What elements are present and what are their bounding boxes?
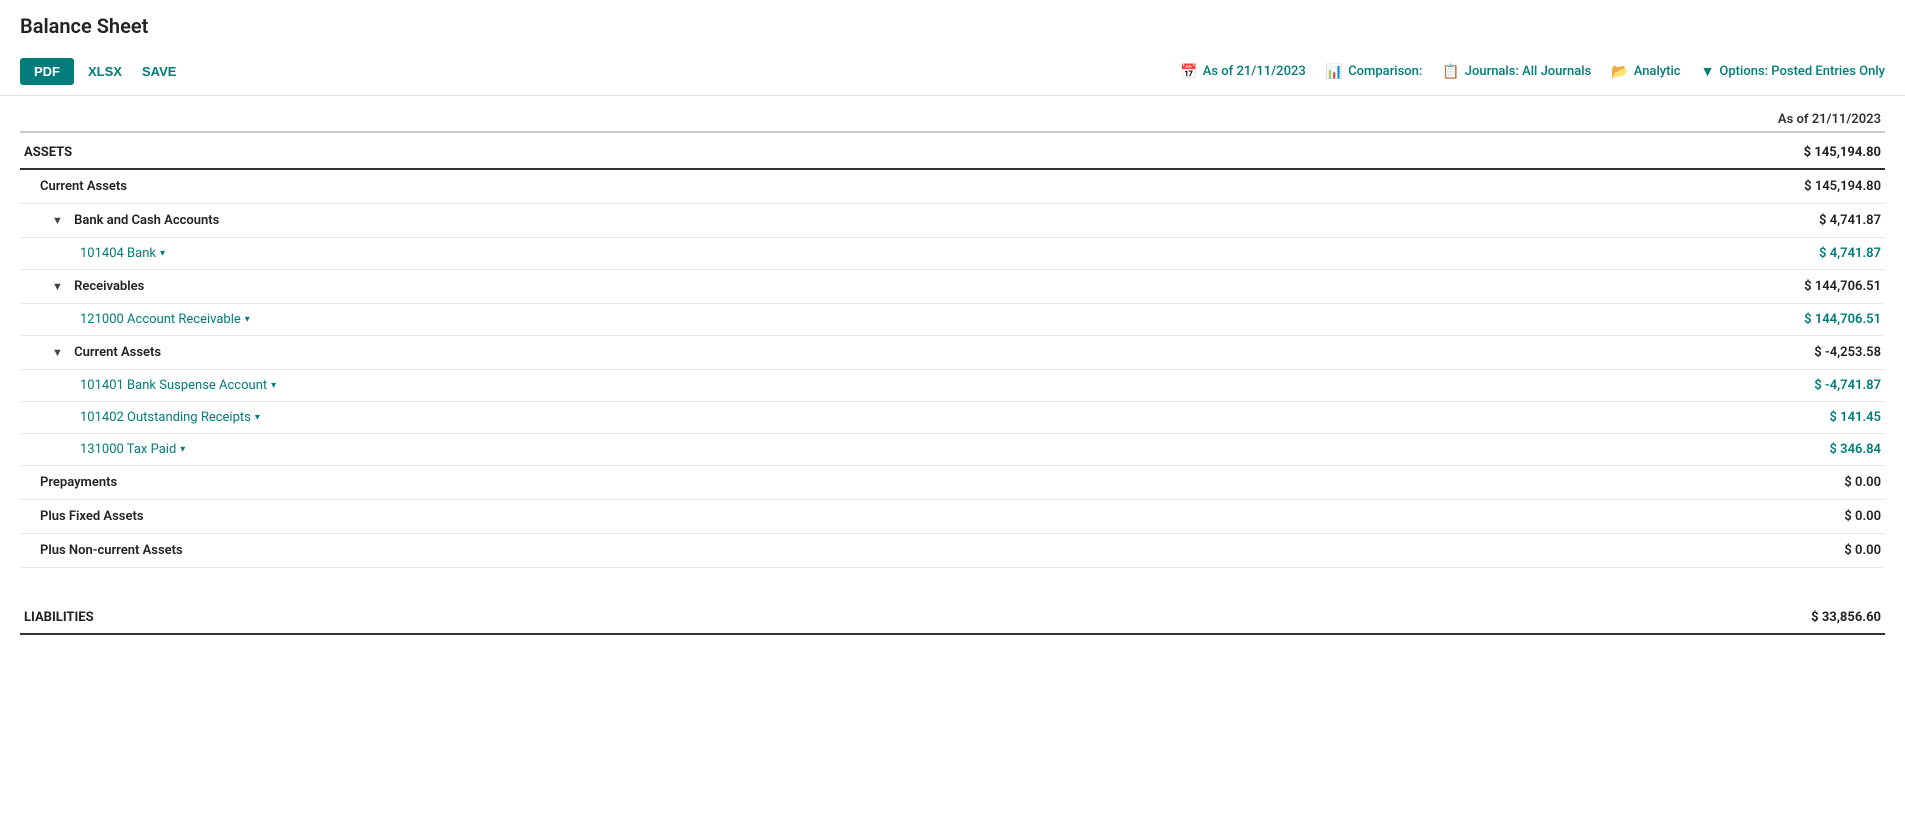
account-121000-amount: $ 144,706.51 [1751,312,1881,327]
assets-total: $ 145,194.80 [1751,145,1881,160]
fixed-assets-label: Plus Fixed Assets [40,509,144,524]
assets-header: ASSETS $ 145,194.80 [20,133,1885,170]
account-121000-name[interactable]: 121000 Account Receivable ▾ [80,312,250,327]
account-131000-row: 131000 Tax Paid ▾ $ 346.84 [20,434,1885,466]
current-assets-label: Current Assets [40,179,127,194]
report-container: As of 21/11/2023 ASSETS $ 145,194.80 Cur… [0,96,1905,655]
analytic-filter[interactable]: 📂 Analytic [1611,64,1680,80]
bank-cash-group-row[interactable]: ▼ Bank and Cash Accounts $ 4,741.87 [20,204,1885,238]
report-header-row: As of 21/11/2023 [20,96,1885,133]
fixed-assets-total: $ 0.00 [1751,509,1881,524]
toolbar-filters: 📅 As of 21/11/2023 📊 Comparison: 📋 Journ… [1180,63,1885,80]
account-101402-name[interactable]: 101402 Outstanding Receipts ▾ [80,410,260,425]
group-row-left: ▼ Current Assets [52,345,161,360]
account-131000-amount: $ 346.84 [1751,442,1881,457]
current-assets-sub-total: $ -4,253.58 [1751,345,1881,360]
dropdown-arrow-icon: ▾ [160,248,165,259]
date-filter[interactable]: 📅 As of 21/11/2023 [1180,64,1305,80]
account-131000-name[interactable]: 131000 Tax Paid ▾ [80,442,185,457]
account-101401-amount: $ -4,741.87 [1751,378,1881,393]
dropdown-arrow-icon: ▾ [271,380,276,391]
pdf-button[interactable]: PDF [20,58,74,85]
account-121000-row: 121000 Account Receivable ▾ $ 144,706.51 [20,304,1885,336]
journal-icon: 📋 [1442,64,1459,80]
bank-cash-total: $ 4,741.87 [1751,213,1881,228]
group-row-left: ▼ Receivables [52,279,144,294]
account-101404-name[interactable]: 101404 Bank ▾ [80,246,165,261]
filter-icon: ▼ [1701,63,1715,80]
assets-label: ASSETS [24,145,72,160]
assets-section: ASSETS $ 145,194.80 Current Assets $ 145… [20,133,1885,635]
prepayments-label: Prepayments [40,475,117,490]
prepayments-total: $ 0.00 [1751,475,1881,490]
account-101404-amount: $ 4,741.87 [1751,246,1881,261]
receivables-label: Receivables [74,279,144,294]
journals-filter[interactable]: 📋 Journals: All Journals [1442,64,1591,80]
non-current-assets-label: Plus Non-current Assets [40,543,183,558]
non-current-assets-total: $ 0.00 [1751,543,1881,558]
spacer [20,568,1885,598]
dropdown-arrow-icon: ▾ [180,444,185,455]
analytic-icon: 📂 [1611,64,1628,80]
options-filter[interactable]: ▼ Options: Posted Entries Only [1701,63,1885,80]
liabilities-label: LIABILITIES [24,610,94,625]
current-assets-sub-label: Current Assets [74,345,161,360]
receivables-group-row[interactable]: ▼ Receivables $ 144,706.51 [20,270,1885,304]
chart-icon: 📊 [1326,64,1343,80]
xlsx-button[interactable]: XLSX [78,58,132,85]
account-101402-amount: $ 141.45 [1751,410,1881,425]
toolbar: PDF XLSX SAVE 📅 As of 21/11/2023 📊 Compa… [0,48,1905,96]
account-101404-row: 101404 Bank ▾ $ 4,741.87 [20,238,1885,270]
chevron-down-icon: ▼ [52,280,63,293]
calendar-icon: 📅 [1180,64,1197,80]
receivables-total: $ 144,706.51 [1751,279,1881,294]
account-101401-row: 101401 Bank Suspense Account ▾ $ -4,741.… [20,370,1885,402]
report-header-date: As of 21/11/2023 [1705,112,1885,127]
fixed-assets-row: Plus Fixed Assets $ 0.00 [20,500,1885,534]
save-button[interactable]: SAVE [132,58,186,85]
prepayments-row: Prepayments $ 0.00 [20,466,1885,500]
page-title: Balance Sheet [0,0,1905,48]
current-assets-total: $ 145,194.80 [1751,179,1881,194]
dropdown-arrow-icon: ▾ [245,314,250,325]
bank-cash-label: Bank and Cash Accounts [74,213,219,228]
account-101401-name[interactable]: 101401 Bank Suspense Account ▾ [80,378,276,393]
group-row-left: ▼ Bank and Cash Accounts [52,213,219,228]
current-assets-row: Current Assets $ 145,194.80 [20,170,1885,204]
comparison-filter[interactable]: 📊 Comparison: [1326,64,1423,80]
liabilities-header: LIABILITIES $ 33,856.60 [20,598,1885,635]
liabilities-total: $ 33,856.60 [1751,610,1881,625]
chevron-down-icon: ▼ [52,214,63,227]
account-101402-row: 101402 Outstanding Receipts ▾ $ 141.45 [20,402,1885,434]
chevron-down-icon: ▼ [52,346,63,359]
current-assets-sub-group-row[interactable]: ▼ Current Assets $ -4,253.58 [20,336,1885,370]
non-current-assets-row: Plus Non-current Assets $ 0.00 [20,534,1885,568]
dropdown-arrow-icon: ▾ [255,412,260,423]
